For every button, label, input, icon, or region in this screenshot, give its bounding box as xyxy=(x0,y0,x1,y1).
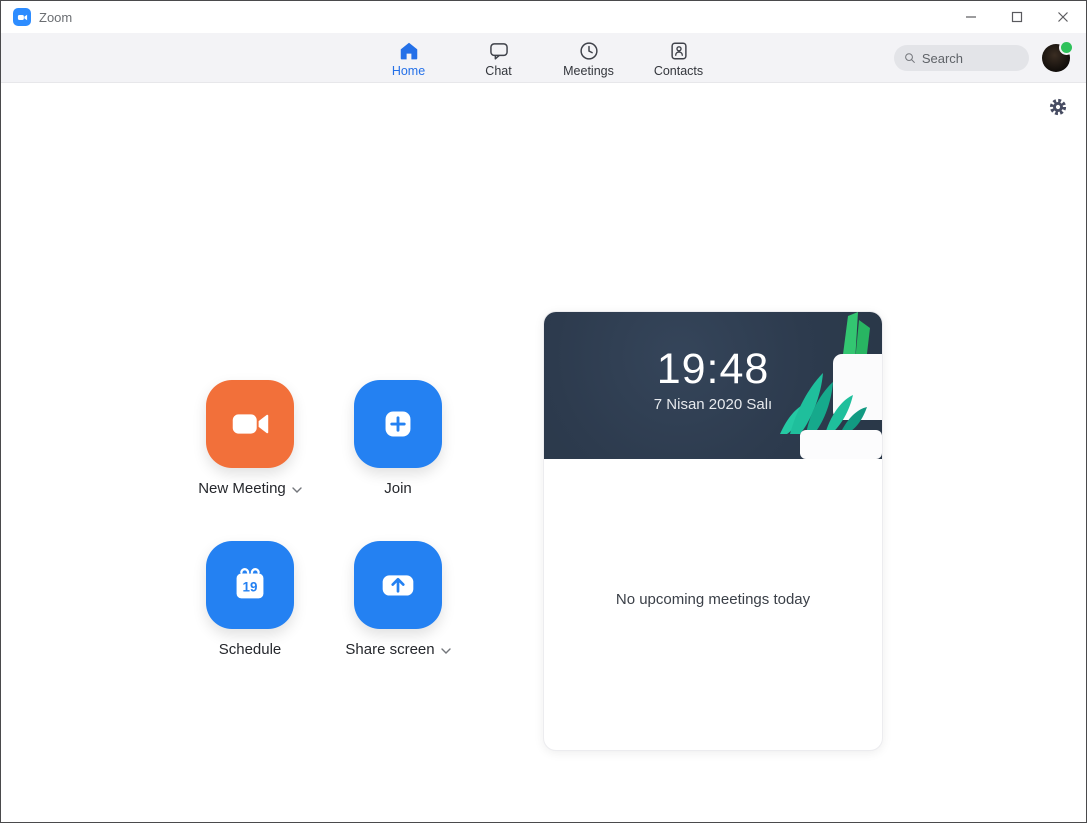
meetings-list-area: No upcoming meetings today xyxy=(544,459,882,609)
search-input[interactable] xyxy=(921,50,1019,66)
home-content: New Meeting Join 19 Schedule Share scree… xyxy=(1,83,1086,822)
potted-plant-illustration xyxy=(780,312,882,459)
video-camera-icon xyxy=(232,414,269,434)
join-tile: Join xyxy=(324,380,472,497)
search-icon xyxy=(905,53,915,63)
tab-home-label: Home xyxy=(391,63,426,78)
zoom-logo-icon xyxy=(13,8,31,26)
tab-home[interactable]: Home xyxy=(364,38,454,78)
clock-icon xyxy=(579,41,598,60)
action-buttons-grid: New Meeting Join 19 Schedule Share scree… xyxy=(176,380,472,658)
calendar-icon: 19 xyxy=(236,568,264,599)
no-meetings-message: No upcoming meetings today xyxy=(615,591,811,608)
minimize-button[interactable] xyxy=(948,1,994,33)
new-meeting-dropdown-chevron[interactable] xyxy=(292,486,302,493)
new-meeting-button[interactable] xyxy=(206,380,294,468)
tab-chat-label: Chat xyxy=(485,63,512,78)
new-meeting-label: New Meeting xyxy=(198,480,286,497)
plus-icon xyxy=(385,411,411,437)
top-nav-bar: Home Chat Meetings Contacts Search xyxy=(1,33,1086,83)
minimize-icon xyxy=(966,16,976,18)
maximize-icon xyxy=(1011,11,1023,23)
share-screen-button[interactable] xyxy=(354,541,442,629)
join-button[interactable] xyxy=(354,380,442,468)
join-label: Join xyxy=(384,480,412,497)
nav-tabs: Home Chat Meetings Contacts xyxy=(364,38,724,78)
window-controls xyxy=(948,1,1086,33)
tab-contacts[interactable]: Contacts xyxy=(634,38,724,78)
search-box[interactable] xyxy=(894,45,1029,71)
chevron-down-icon xyxy=(440,647,451,654)
upcoming-meetings-card: 19:48 7 Nisan 2020 Salı No upcoming meet… xyxy=(543,311,883,751)
new-meeting-tile: New Meeting xyxy=(176,380,324,497)
share-screen-tile: Share screen xyxy=(324,541,472,658)
share-screen-label: Share screen xyxy=(345,641,435,658)
online-status-dot xyxy=(1061,42,1072,53)
chat-bubble-icon xyxy=(489,42,508,60)
close-button[interactable] xyxy=(1040,1,1086,33)
settings-button[interactable] xyxy=(1046,95,1070,119)
user-avatar[interactable] xyxy=(1042,42,1072,72)
schedule-label: Schedule xyxy=(218,641,282,658)
share-arrow-icon xyxy=(382,575,414,596)
tab-chat[interactable]: Chat xyxy=(454,38,544,78)
schedule-button[interactable]: 19 xyxy=(206,541,294,629)
window-title: Zoom xyxy=(39,9,73,25)
maximize-button[interactable] xyxy=(994,1,1040,33)
tab-meetings-label: Meetings xyxy=(563,63,614,78)
gear-icon xyxy=(1049,98,1067,116)
chevron-down-icon xyxy=(292,486,302,493)
home-icon xyxy=(400,42,417,59)
tab-contacts-label: Contacts xyxy=(653,63,704,78)
title-bar: Zoom xyxy=(1,1,1086,33)
zoom-app-window: Zoom Home Chat Meetings Contacts Search … xyxy=(0,0,1087,823)
calendar-day-number: 19 xyxy=(243,580,258,595)
contact-card-icon xyxy=(670,41,687,60)
schedule-tile: 19 Schedule xyxy=(176,541,324,658)
clock-panel: 19:48 7 Nisan 2020 Salı xyxy=(544,312,882,459)
close-icon xyxy=(1058,12,1068,22)
tab-meetings[interactable]: Meetings xyxy=(544,38,634,78)
share-screen-dropdown-chevron[interactable] xyxy=(440,647,451,654)
